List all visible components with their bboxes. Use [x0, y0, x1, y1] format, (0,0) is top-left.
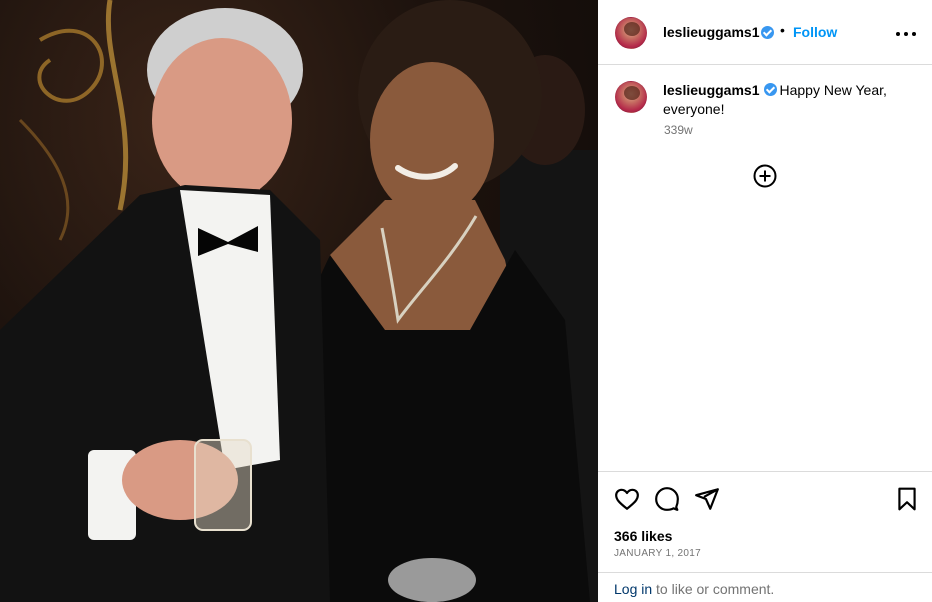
share-icon[interactable] — [694, 486, 720, 512]
caption-username[interactable]: leslieuggams1 — [663, 82, 760, 98]
comment-icon[interactable] — [654, 486, 680, 512]
caption-avatar[interactable] — [615, 81, 647, 113]
post-sidebar: leslieuggams1 • Follow leslieuggams1 Happ… — [598, 0, 932, 602]
post-date[interactable]: JANUARY 1, 2017 — [614, 548, 701, 559]
caption-text-block: leslieuggams1 Happy New Year, everyone! — [663, 81, 918, 119]
heart-icon[interactable] — [614, 486, 640, 512]
more-options-icon[interactable] — [895, 24, 917, 42]
caption-age[interactable]: 339w — [664, 123, 693, 137]
bookmark-icon[interactable] — [894, 486, 920, 512]
post-header: leslieuggams1 • Follow — [598, 0, 932, 65]
login-prompt: Log in to like or comment. — [598, 572, 932, 602]
header-username[interactable]: leslieuggams1 — [663, 24, 760, 40]
login-prompt-text: to like or comment. — [652, 581, 775, 597]
post-photo[interactable] — [0, 0, 598, 602]
verified-badge-icon — [761, 26, 774, 39]
post-actions: 366 likes JANUARY 1, 2017 Log in to like… — [598, 471, 932, 602]
caption-verified-badge-icon — [763, 83, 777, 96]
add-circle-icon[interactable] — [753, 164, 777, 188]
login-link[interactable]: Log in — [614, 581, 652, 597]
separator-dot: • — [780, 22, 785, 38]
follow-button[interactable]: Follow — [793, 24, 837, 40]
photo-illustration — [0, 0, 598, 602]
likes-count[interactable]: 366 likes — [614, 528, 672, 544]
avatar[interactable] — [615, 17, 647, 49]
